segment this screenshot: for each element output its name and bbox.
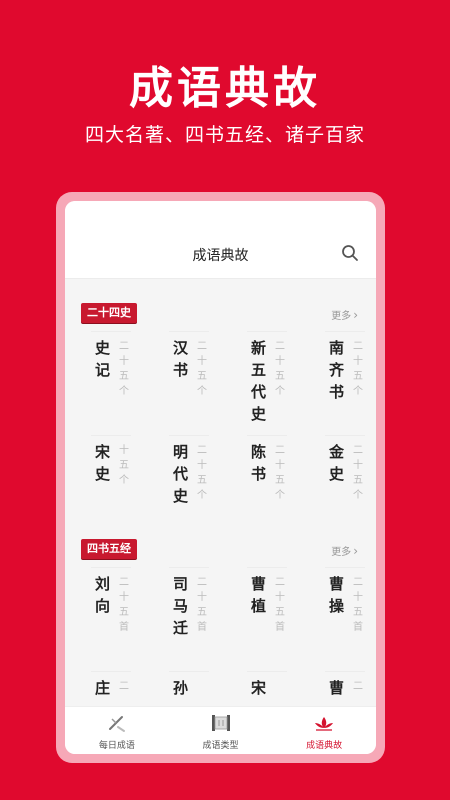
book-item[interactable]: 金史 二十五个 [307,435,376,535]
book-item[interactable]: 南齐书 二十五个 [307,331,376,431]
divider [169,331,209,332]
book-title: 司马迁 [173,575,189,637]
tab-daily-idiom[interactable]: 每日成语 [65,707,169,754]
scroll-icon [211,715,230,731]
book-title: 孙 [173,679,189,697]
section-header: 四书五经 更多 › [65,535,376,561]
book-item[interactable]: 新五代史 二十五个 [229,331,305,431]
book-title: 汉书 [173,339,189,379]
book-title: 庄 [95,679,111,697]
book-item[interactable]: 庄二 [73,671,149,706]
book-count: 二十五个 [119,341,129,397]
book-title: 曹 [329,679,345,697]
phone-frame: 成语典故 二十四史 更多 › 史记 二十五个 汉书 二十五个 新五代史 二十五个 南齐书 二十五… [56,192,385,763]
book-title: 宋 [251,679,267,697]
book-item[interactable]: 史记 二十五个 [73,331,149,431]
book-item[interactable]: 明代史 二十五个 [151,435,227,535]
book-item[interactable]: 孙 [151,671,227,706]
page-title: 成语典故 [192,248,249,264]
book-item[interactable]: 宋史 十五个 [73,435,149,535]
chevron-right-icon: › [353,544,358,558]
brush-icon [108,716,125,732]
search-icon[interactable] [340,243,360,263]
divider [91,331,131,332]
book-count: 二十五个 [197,445,207,501]
section-twenty-four-histories: 二十四史 更多 › 史记 二十五个 汉书 二十五个 新五代史 二十五个 南齐书 二十五个 宋史 十五… [65,299,376,505]
tab-idiom-types[interactable]: 成语类型 [169,707,273,754]
more-label: 更多 [331,311,352,322]
book-item[interactable]: 曹操 二十五首 [307,567,376,667]
app-header: 成语典故 [65,201,376,279]
divider [247,671,287,672]
divider [91,567,131,568]
app-screen: 成语典故 二十四史 更多 › 史记 二十五个 汉书 二十五个 新五代史 二十五个 南齐书 二十五… [65,201,376,754]
book-title: 南齐书 [329,339,345,401]
book-item[interactable]: 曹二 [307,671,376,706]
section-four-books-five-classics: 四书五经 更多 › 刘向 二十五首 司马迁 二十五首 曹植 二十五首 曹操 二十五首庄二孙宋曹二 [65,535,376,697]
book-item[interactable]: 宋 [229,671,305,706]
book-title: 曹植 [251,575,267,615]
book-count: 二十五首 [119,577,129,633]
content-list[interactable]: 二十四史 更多 › 史记 二十五个 汉书 二十五个 新五代史 二十五个 南齐书 二十五个 宋史 十五… [65,279,376,706]
divider [91,671,131,672]
book-count: 二十五个 [197,341,207,397]
book-title: 宋史 [95,443,111,483]
book-item[interactable]: 汉书 二十五个 [151,331,227,431]
book-title: 新五代史 [251,339,267,423]
divider [169,435,209,436]
section-tag: 二十四史 [81,303,137,323]
divider [325,435,365,436]
book-count: 二十五首 [353,577,363,633]
divider [325,671,365,672]
book-title: 陈书 [251,443,267,483]
section-tag: 四书五经 [81,539,137,559]
book-item[interactable]: 司马迁 二十五首 [151,567,227,667]
book-count: 二十五个 [275,341,285,397]
book-item[interactable]: 陈书 二十五个 [229,435,305,535]
book-count: 二十五个 [353,445,363,501]
book-item[interactable]: 刘向 二十五首 [73,567,149,667]
lotus-icon [315,717,334,731]
promo-subtitle: 四大名著、四书五经、诸子百家 [84,124,365,146]
divider [247,331,287,332]
more-link[interactable]: 更多 › [331,307,358,322]
chevron-right-icon: › [353,308,358,322]
divider [91,435,131,436]
tab-label: 成语典故 [306,741,343,751]
divider [325,331,365,332]
book-count: 二十五首 [197,577,207,633]
book-count: 二 [119,681,129,692]
book-title: 金史 [329,443,345,483]
tab-label: 每日成语 [98,741,135,751]
book-item[interactable]: 曹植 二十五首 [229,567,305,667]
book-title: 史记 [95,339,111,379]
section-header: 二十四史 更多 › [65,299,376,325]
book-title: 明代史 [173,443,189,505]
book-count: 十五个 [119,445,129,486]
divider [169,567,209,568]
divider [247,435,287,436]
bottom-tab-bar: 每日成语 成语类型 成语典故 [65,706,376,754]
tab-idiom-stories[interactable]: 成语典故 [272,707,376,754]
book-title: 刘向 [95,575,111,615]
book-count: 二十五首 [275,577,285,633]
more-label: 更多 [331,547,352,558]
book-title: 曹操 [329,575,345,615]
promo-title: 成语典故 [129,63,321,114]
book-count: 二 [353,681,363,692]
more-link[interactable]: 更多 › [331,543,358,558]
book-count: 二十五个 [353,341,363,397]
book-count: 二十五个 [275,445,285,501]
divider [247,567,287,568]
divider [325,567,365,568]
divider [169,671,209,672]
tab-label: 成语类型 [202,741,239,751]
